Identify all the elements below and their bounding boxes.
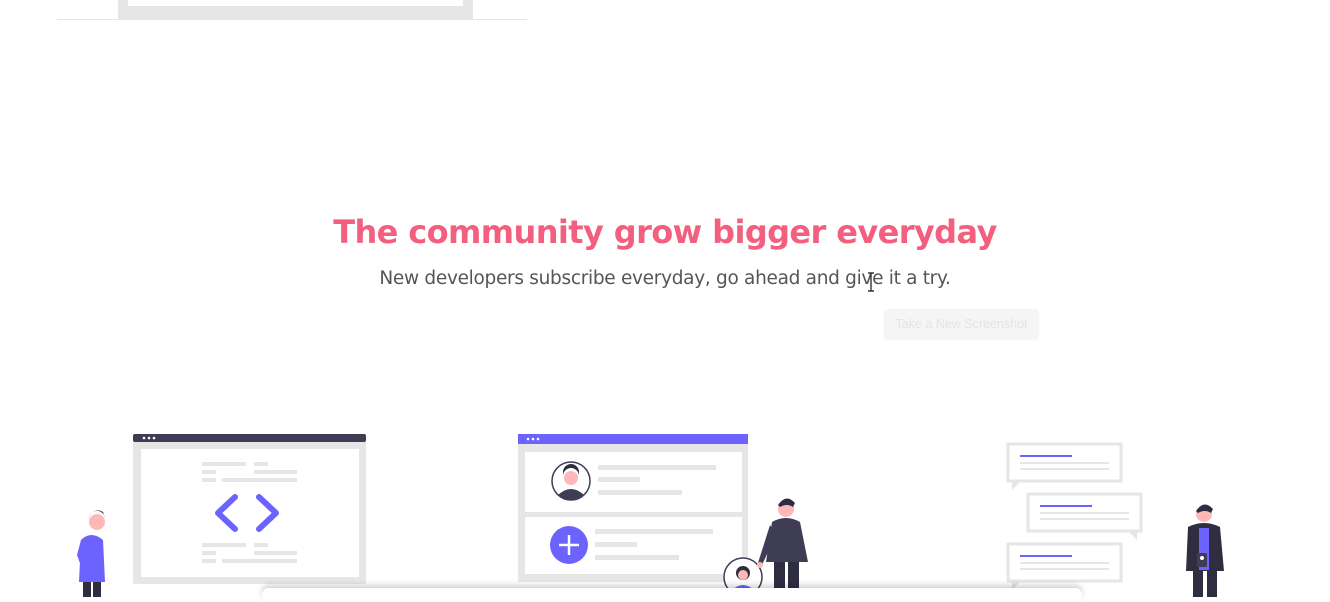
section-heading: The community grow bigger everyday: [333, 213, 997, 251]
section-subheading: New developers subscribe everyday, go ah…: [379, 268, 951, 289]
users-list-illustration: [518, 434, 808, 597]
text-cursor-icon: [868, 272, 874, 292]
plus-icon: [550, 526, 588, 564]
take-screenshot-button[interactable]: Take a New Screenshot: [884, 309, 1039, 339]
next-section-edge: [262, 588, 1082, 602]
previous-section-illustration-fragment: [57, 0, 527, 20]
chat-illustration: [1006, 442, 1224, 597]
coding-illustration: [77, 434, 366, 597]
